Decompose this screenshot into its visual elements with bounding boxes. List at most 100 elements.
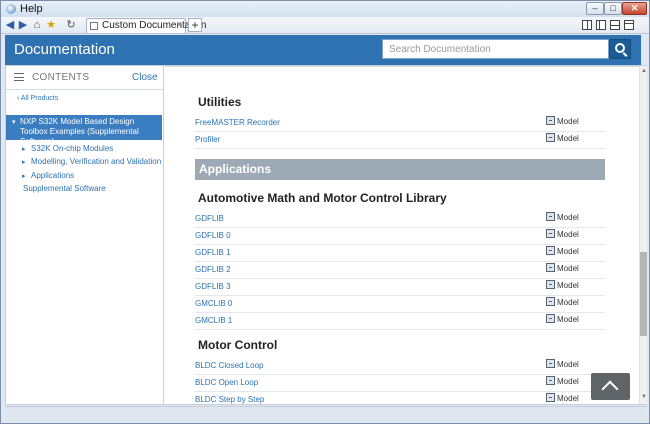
hamburger-menu-icon[interactable] — [14, 73, 24, 81]
model-link[interactable]: Model — [546, 314, 579, 324]
main-pane: Utilities FreeMASTER Recorder Model Prof… — [165, 66, 639, 404]
simulink-model-icon — [546, 376, 555, 386]
section-title-motor-control: Motor Control — [198, 338, 278, 352]
maximize-button[interactable]: □ — [604, 2, 622, 15]
table-row: GDFLIB Model — [195, 211, 605, 228]
window-title: Help — [20, 3, 43, 15]
search-button[interactable] — [609, 39, 631, 59]
example-link[interactable]: BLDC Open Loop — [195, 378, 258, 387]
example-link[interactable]: BLDC Closed Loop — [195, 361, 263, 370]
example-link[interactable]: GDFLIB 3 — [195, 282, 231, 291]
close-contents-link[interactable]: Close — [132, 72, 158, 83]
tree-item-applications[interactable]: ▸ Applications — [22, 171, 74, 180]
tree-item-modelling-verification[interactable]: ▸ Modelling, Verification and Validation — [22, 157, 161, 166]
example-link[interactable]: GMCLIB 1 — [195, 316, 232, 325]
example-link[interactable]: BLDC Step by Step — [195, 395, 264, 404]
expand-arrow-icon: ▸ — [22, 159, 26, 166]
model-link[interactable]: Model — [546, 297, 579, 307]
example-link[interactable]: Profiler — [195, 135, 220, 144]
tree-item-label: S32K On-chip Modules — [31, 144, 114, 153]
search-input[interactable] — [382, 39, 609, 59]
table-row: GDFLIB 2 Model — [195, 262, 605, 279]
simulink-model-icon — [546, 359, 555, 369]
sidebar-header: CONTENTS Close — [6, 66, 163, 90]
example-link[interactable]: GDFLIB 2 — [195, 265, 231, 274]
table-row: GMCLIB 0 Model — [195, 296, 605, 313]
header-title: Documentation — [14, 41, 115, 58]
model-label: Model — [557, 117, 579, 126]
model-label: Model — [557, 281, 579, 290]
simulink-model-icon — [546, 263, 555, 273]
model-link[interactable]: Model — [546, 263, 579, 273]
table-row: GDFLIB 1 Model — [195, 245, 605, 262]
contents-label: CONTENTS — [32, 72, 90, 83]
model-label: Model — [557, 377, 579, 386]
refresh-icon[interactable]: ↻ — [65, 19, 77, 31]
help-app-icon — [6, 4, 16, 14]
tree-item-selected[interactable]: ▾ NXP S32K Model Based Design Toolbox Ex… — [6, 115, 162, 146]
model-label: Model — [557, 315, 579, 324]
layout-split-horizontal-icon[interactable] — [610, 20, 620, 30]
model-link[interactable]: Model — [546, 229, 579, 239]
minimize-button[interactable]: – — [586, 2, 604, 15]
home-icon[interactable]: ⌂ — [31, 19, 43, 31]
add-tab-button[interactable]: + — [188, 18, 202, 32]
example-link[interactable]: GMCLIB 0 — [195, 299, 232, 308]
vertical-scrollbar[interactable]: ▲ ▼ — [639, 66, 647, 404]
tree-item-supplemental-software[interactable]: Supplemental Software — [23, 184, 106, 193]
model-label: Model — [557, 230, 579, 239]
scroll-up-arrow-icon[interactable]: ▲ — [640, 68, 648, 74]
tree-item-on-chip-modules[interactable]: ▸ S32K On-chip Modules — [22, 144, 113, 153]
banner-title: Applications — [199, 162, 272, 176]
tab-close-icon[interactable]: × — [176, 20, 182, 31]
back-arrow-icon[interactable]: ◀ — [4, 19, 16, 31]
model-link[interactable]: Model — [546, 393, 579, 403]
scroll-down-arrow-icon[interactable]: ▼ — [640, 394, 648, 400]
all-products-link[interactable]: ‹ All Products — [17, 95, 58, 102]
model-label: Model — [557, 213, 579, 222]
search-icon-handle — [622, 52, 628, 57]
simulink-model-icon — [546, 229, 555, 239]
forward-arrow-icon[interactable]: ▶ — [17, 19, 29, 31]
table-row: BLDC Step by Step Model — [195, 392, 605, 404]
model-label: Model — [557, 360, 579, 369]
back-to-top-button[interactable] — [591, 373, 630, 400]
model-link[interactable]: Model — [546, 280, 579, 290]
table-row: GMCLIB 1 Model — [195, 313, 605, 330]
favorites-star-icon[interactable]: ★ — [45, 19, 57, 31]
section-title-ammc: Automotive Math and Motor Control Librar… — [198, 191, 447, 205]
title-bar: Help – □ ✕ — [1, 1, 649, 17]
scrollbar-thumb[interactable] — [640, 252, 647, 336]
layout-left-pane-icon[interactable] — [596, 20, 606, 30]
model-link[interactable]: Model — [546, 116, 579, 126]
example-link[interactable]: GDFLIB 0 — [195, 231, 231, 240]
tree-item-label: Modelling, Verification and Validation — [31, 157, 162, 166]
expand-arrow-icon: ▸ — [22, 146, 26, 153]
model-label: Model — [557, 134, 579, 143]
contents-sidebar: CONTENTS Close ‹ All Products ▾ NXP S32K… — [6, 66, 164, 404]
model-link[interactable]: Model — [546, 212, 579, 222]
status-bar — [5, 406, 647, 421]
table-row: FreeMASTER Recorder Model — [195, 115, 605, 132]
example-link[interactable]: FreeMASTER Recorder — [195, 118, 280, 127]
model-link[interactable]: Model — [546, 133, 579, 143]
collapse-toggle-icon[interactable]: ▾ — [12, 118, 16, 126]
simulink-model-icon — [546, 116, 555, 126]
tree-item-label: NXP S32K Model Based Design Toolbox Exam… — [20, 117, 139, 146]
layout-split-vertical-icon[interactable] — [582, 20, 592, 30]
example-link[interactable]: GDFLIB 1 — [195, 248, 231, 257]
model-link[interactable]: Model — [546, 359, 579, 369]
simulink-model-icon — [546, 133, 555, 143]
simulink-model-icon — [546, 246, 555, 256]
toolbar: ◀ ▶ ⌂ ★ ↻ Custom Documentation × + — [1, 17, 649, 34]
layout-top-pane-icon[interactable] — [624, 20, 634, 30]
applications-banner: Applications — [195, 159, 605, 180]
tab-custom-documentation[interactable]: Custom Documentation × — [86, 18, 207, 33]
model-label: Model — [557, 247, 579, 256]
example-link[interactable]: GDFLIB — [195, 214, 224, 223]
tree-item-label: Applications — [31, 171, 75, 180]
close-window-button[interactable]: ✕ — [622, 2, 647, 15]
table-row: BLDC Closed Loop Model — [195, 358, 605, 375]
model-link[interactable]: Model — [546, 246, 579, 256]
model-link[interactable]: Model — [546, 376, 579, 386]
